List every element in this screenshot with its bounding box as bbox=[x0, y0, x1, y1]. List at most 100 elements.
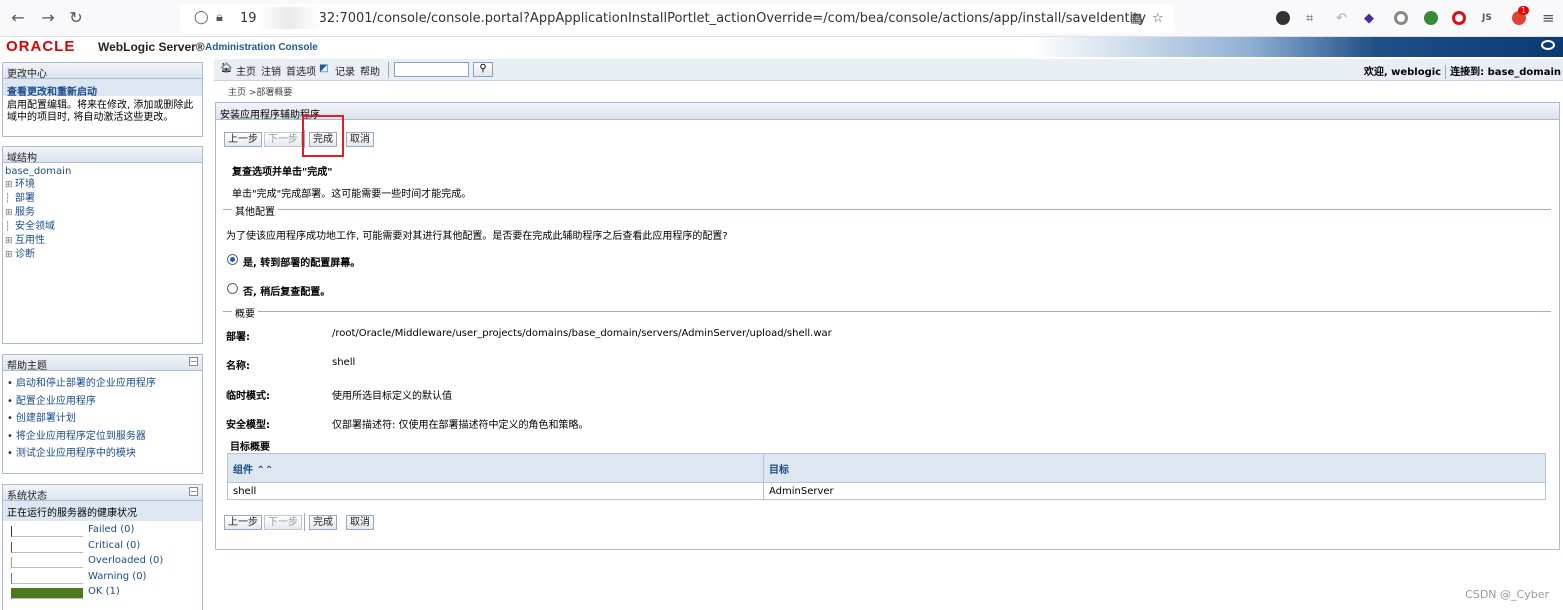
column-target[interactable]: 目标 bbox=[763, 453, 1546, 483]
view-changes-link[interactable]: 查看更改和重新启动 bbox=[3, 79, 202, 98]
undo-icon[interactable]: ↶ bbox=[1336, 11, 1347, 26]
summary-value: 使用所选目标定义的默认值 bbox=[332, 391, 452, 402]
health-bar-fill bbox=[12, 588, 83, 598]
health-status-label[interactable]: Overloaded (0) bbox=[88, 555, 163, 566]
shield-icon[interactable]: ◯ bbox=[194, 10, 209, 25]
health-bar bbox=[11, 541, 83, 553]
extension-opera-icon[interactable] bbox=[1452, 11, 1466, 25]
tree-item-label[interactable]: 互用性 bbox=[15, 235, 45, 246]
url-text[interactable]: 19 32:7001/console/console.portal?AppAppl… bbox=[240, 11, 1146, 26]
menu-icon[interactable]: ≡ bbox=[1542, 9, 1555, 27]
help-topic-label[interactable]: 启动和停止部署的企业应用程序 bbox=[16, 378, 156, 389]
health-status-label[interactable]: Warning (0) bbox=[88, 571, 146, 582]
lock-icon[interactable]: 🔒︎ bbox=[216, 10, 223, 25]
record-icon[interactable]: ◩ bbox=[319, 63, 328, 74]
help-topic-label[interactable]: 创建部署计划 bbox=[16, 413, 76, 424]
back-button[interactable]: 上一步 bbox=[224, 132, 262, 147]
option-no-label[interactable]: 否, 稍后复查配置。 bbox=[243, 283, 330, 298]
expand-icon[interactable]: ⊞ bbox=[5, 179, 15, 192]
tree-item[interactable]: ⊞ 互用性 bbox=[3, 234, 202, 248]
crop-icon[interactable]: ⌗ bbox=[1306, 11, 1313, 26]
health-status-label[interactable]: Failed (0) bbox=[88, 524, 134, 535]
help-topic-label[interactable]: 测试企业应用程序中的模块 bbox=[16, 448, 136, 459]
next-button[interactable]: 下一步 bbox=[264, 132, 302, 147]
expand-icon[interactable]: ⊞ bbox=[5, 207, 15, 220]
help-topic-link[interactable]: • 创建部署计划 bbox=[3, 410, 202, 428]
oracle-logo: ORACLE bbox=[6, 38, 76, 55]
extension-js-icon[interactable]: JS bbox=[1482, 13, 1492, 23]
reload-icon[interactable]: ↻ bbox=[66, 8, 86, 28]
help-topics-panel: 帮助主题 − • 启动和停止部署的企业应用程序 • 配置企业应用程序 • 创建部署计划 • 将企… bbox=[2, 354, 203, 474]
cancel-button[interactable]: 取消 bbox=[346, 132, 374, 147]
other-config-question: 为了使该应用程序成功地工作, 可能需要对其进行其他配置。是否要在完成此辅助程序之… bbox=[226, 231, 728, 242]
radio-yes[interactable] bbox=[227, 254, 238, 265]
domain-structure-title: 域结构 bbox=[3, 147, 202, 164]
review-heading: 复查选项并单击"完成" bbox=[232, 167, 333, 178]
health-bar bbox=[11, 557, 83, 568]
collapse-icon[interactable]: − bbox=[189, 357, 198, 366]
tree-item[interactable]: ⊞ 诊断 bbox=[3, 248, 202, 262]
cell-target: AdminServer bbox=[763, 482, 1546, 500]
extension-green-icon[interactable] bbox=[1424, 11, 1438, 25]
health-status-label[interactable]: OK (1) bbox=[88, 586, 120, 597]
help-topic-link[interactable]: • 配置企业应用程序 bbox=[3, 393, 202, 411]
help-topic-link[interactable]: • 启动和停止部署的企业应用程序 bbox=[3, 375, 202, 393]
option-yes-label[interactable]: 是, 转到部署的配置屏幕。 bbox=[243, 254, 360, 269]
tree-item-label[interactable]: 部署 bbox=[15, 193, 35, 204]
help-topic-label[interactable]: 将企业应用程序定位到服务器 bbox=[16, 431, 146, 442]
breadcrumb[interactable]: 主页 >部署概要 bbox=[228, 85, 292, 98]
extension-diamond-icon[interactable]: ◆ bbox=[1364, 11, 1374, 26]
tree-root-base-domain[interactable]: base_domain bbox=[3, 165, 202, 178]
extension-k-icon[interactable] bbox=[1276, 11, 1290, 25]
tree-item-label[interactable]: 诊断 bbox=[15, 249, 35, 260]
console-name: Administration Console bbox=[205, 42, 318, 53]
search-input[interactable] bbox=[394, 62, 469, 77]
server-health-heading: 正在运行的服务器的健康状况 bbox=[3, 501, 202, 521]
health-status-label[interactable]: Critical (0) bbox=[88, 540, 140, 551]
logout-link[interactable]: 注销 bbox=[261, 63, 281, 78]
summary-key: 部署: bbox=[226, 332, 250, 343]
help-topic-link[interactable]: • 将企业应用程序定位到服务器 bbox=[3, 428, 202, 446]
summary-key: 名称: bbox=[226, 361, 250, 372]
finish-button-bottom[interactable]: 完成 bbox=[309, 515, 337, 530]
finish-highlight-box bbox=[302, 115, 344, 157]
preferences-link[interactable]: 首选项 bbox=[286, 63, 316, 78]
radio-no[interactable] bbox=[227, 283, 238, 294]
record-link[interactable]: 记录 bbox=[335, 63, 355, 78]
health-status-row: Overloaded (0) bbox=[3, 555, 202, 571]
tree-item-label[interactable]: 安全领域 bbox=[15, 221, 55, 232]
tree-item[interactable]: ⊞ 环境 bbox=[3, 178, 202, 192]
collapse-icon[interactable]: − bbox=[189, 487, 198, 496]
tree-item-label[interactable]: 环境 bbox=[15, 179, 35, 190]
back-button-bottom[interactable]: 上一步 bbox=[224, 515, 262, 530]
health-bar bbox=[11, 526, 83, 537]
cancel-button-bottom[interactable]: 取消 bbox=[346, 515, 374, 530]
tree-line-icon: ┆ bbox=[5, 222, 11, 232]
next-button-bottom[interactable]: 下一步 bbox=[264, 515, 302, 530]
bookmark-star-icon[interactable]: ☆ bbox=[1152, 11, 1164, 26]
summary-value: shell bbox=[332, 357, 356, 368]
expand-icon[interactable]: ⊞ bbox=[5, 235, 15, 248]
system-status-title: 系统状态 − bbox=[3, 485, 202, 502]
home-icon[interactable]: 🏠︎ bbox=[220, 63, 233, 74]
tree-item[interactable]: ┆ 部署 bbox=[3, 192, 202, 206]
bullet-icon: • bbox=[7, 413, 13, 424]
qr-code-icon[interactable]: ▦ bbox=[1130, 11, 1142, 26]
tree-item[interactable]: ┆ 安全领域 bbox=[3, 220, 202, 234]
column-component[interactable]: 组件 ⌃⌃ bbox=[227, 453, 764, 483]
watermark: CSDN @_Cyber bbox=[1465, 588, 1549, 601]
tree-item[interactable]: ⊞ 服务 bbox=[3, 206, 202, 220]
help-link[interactable]: 帮助 bbox=[360, 63, 380, 78]
search-icon[interactable]: ⚲ bbox=[473, 62, 493, 77]
health-status-list: Failed (0) Critical (0) Overloaded (0) Warn… bbox=[3, 521, 202, 602]
back-arrow-icon[interactable]: ← bbox=[8, 8, 28, 28]
tree-item-label[interactable]: 服务 bbox=[15, 207, 35, 218]
help-topic-link[interactable]: • 测试企业应用程序中的模块 bbox=[3, 445, 202, 463]
extension-ring-icon[interactable] bbox=[1394, 11, 1408, 25]
home-link[interactable]: 主页 bbox=[236, 63, 256, 78]
forward-arrow-icon[interactable]: → bbox=[38, 8, 58, 28]
health-status-row: Warning (0) bbox=[3, 571, 202, 587]
help-topic-label[interactable]: 配置企业应用程序 bbox=[16, 396, 96, 407]
other-config-divider bbox=[223, 209, 1551, 210]
expand-icon[interactable]: ⊞ bbox=[5, 249, 15, 262]
